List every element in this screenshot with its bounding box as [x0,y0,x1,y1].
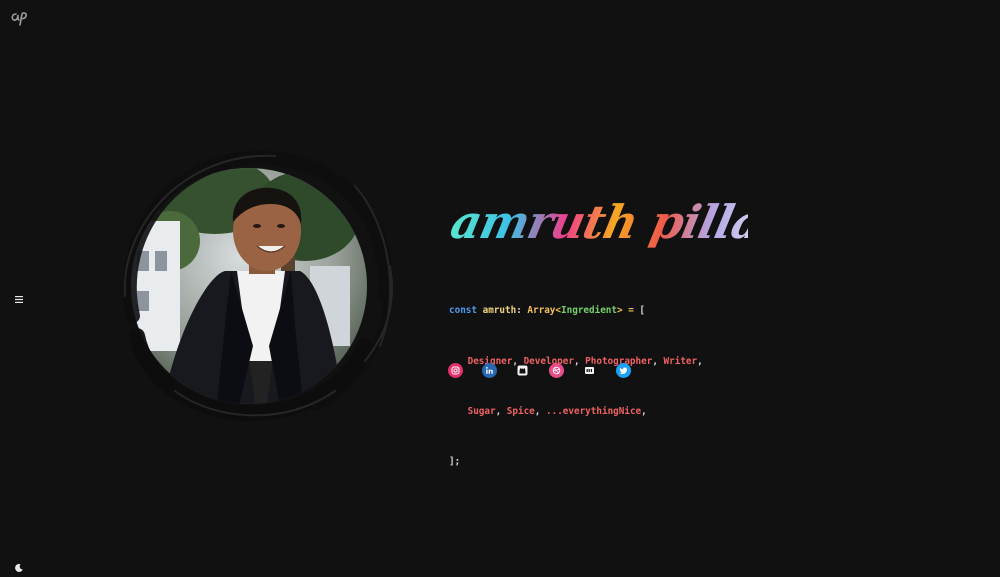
instagram-icon[interactable] [448,363,463,378]
github-icon[interactable] [515,363,531,378]
code-generic: Ingredient [561,305,618,317]
code-identifier: amruth [482,305,517,317]
code-keyword: const [449,305,477,317]
twitter-icon[interactable] [615,363,631,378]
profile-name: amruth pillai [446,184,783,260]
code-string: Spice [506,405,535,417]
social-links [448,363,631,378]
code-string: Sugar [467,405,496,417]
code-equals: = [622,305,634,317]
hamburger-menu-icon[interactable] [14,289,24,303]
dribbble-icon[interactable] [548,363,564,378]
page: amruth pillai const amruth: Array<Ingred… [0,0,1000,577]
profile-name-text: amruth pillai [448,194,748,248]
code-block: const amruth: Array<Ingredient> = [ Desi… [449,270,703,504]
code-string: Writer [663,355,698,367]
devto-icon[interactable] [582,363,598,378]
code-line-4: ]; [449,455,461,467]
moon-icon[interactable] [14,558,24,572]
code-bracket-open: [ [633,305,646,317]
code-line-1: const amruth: Array<Ingredient> = [ [449,303,703,320]
code-line-3: Sugar, Spice, ...everythingNice, [467,405,647,417]
code-colon: : [516,305,522,317]
profile-photo [115,146,397,422]
code-string: ...everythingNice [546,405,642,417]
code-type: Array [527,305,556,317]
linkedin-icon[interactable] [481,363,497,378]
ap-monogram-icon[interactable] [10,10,28,26]
